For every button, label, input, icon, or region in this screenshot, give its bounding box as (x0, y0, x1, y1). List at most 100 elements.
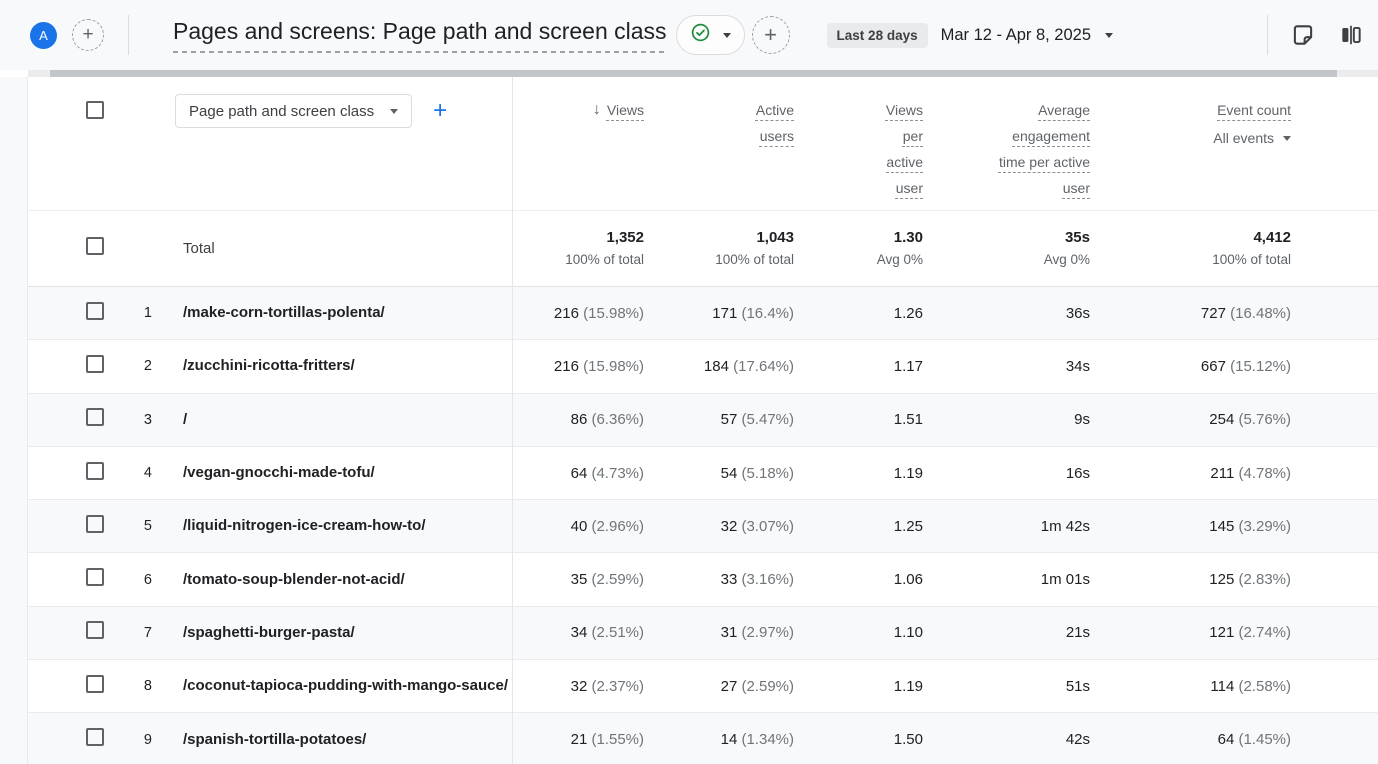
views-per-active-user-cell: 1.26 (794, 305, 923, 322)
page-path: / (166, 410, 512, 430)
total-label: Total (166, 240, 512, 257)
engagement-time-cell: 51s (923, 678, 1090, 695)
views-per-active-user-cell: 1.19 (794, 678, 923, 695)
views-per-active-user-cell: 1.25 (794, 518, 923, 535)
row-checkbox[interactable] (86, 408, 104, 426)
event-filter-label: All events (1213, 127, 1274, 149)
column-header-avg-engagement-time[interactable]: Average engagement time per active user (923, 77, 1090, 201)
column-header-views[interactable]: ↓ Views (512, 77, 644, 123)
chevron-down-icon (1283, 136, 1291, 141)
engagement-time-cell: 1m 42s (923, 518, 1090, 535)
column-header-views-per-active-user[interactable]: Views per active user (794, 77, 923, 201)
add-comparison-button[interactable]: + (752, 16, 790, 54)
row-checkbox[interactable] (86, 568, 104, 586)
page-path: /vegan-gnocchi-made-tofu/ (166, 463, 512, 483)
header-divider (1267, 15, 1268, 55)
left-rail (0, 77, 28, 764)
page-path: /coconut-tapioca-pudding-with-mango-sauc… (166, 676, 512, 696)
table-header-row: Page path and screen class + ↓ Views Act… (28, 77, 1378, 210)
comparison-panels-button[interactable] (1338, 22, 1364, 48)
views-cell: 34 (2.51%) (512, 624, 644, 641)
active-users-cell: 57 (5.47%) (644, 411, 794, 428)
table-row: 4 /vegan-gnocchi-made-tofu/ 64 (4.73%) 5… (28, 447, 1378, 500)
column-label: Average engagement time per active user (986, 97, 1090, 201)
total-event-count: 4,412 100% of total (1090, 227, 1291, 270)
total-active-users: 1,043 100% of total (644, 227, 794, 270)
notes-button[interactable] (1290, 22, 1316, 48)
active-users-cell: 31 (2.97%) (644, 624, 794, 641)
views-cell: 21 (1.55%) (512, 731, 644, 748)
column-header-event-count[interactable]: Event count All events (1090, 77, 1291, 149)
event-filter-dropdown[interactable]: All events (1213, 127, 1291, 149)
table-row: 9 /spanish-tortilla-potatoes/ 21 (1.55%)… (28, 713, 1378, 764)
table-row: 6 /tomato-soup-blender-not-acid/ 35 (2.5… (28, 553, 1378, 606)
active-users-cell: 32 (3.07%) (644, 518, 794, 535)
views-per-active-user-cell: 1.06 (794, 571, 923, 588)
dimension-selector[interactable]: Page path and screen class (175, 94, 412, 128)
row-number: 7 (106, 625, 166, 641)
table-row: 8 /coconut-tapioca-pudding-with-mango-sa… (28, 660, 1378, 713)
horizontal-scrollbar (28, 70, 1378, 77)
page-path: /make-corn-tortillas-polenta/ (166, 303, 512, 323)
table-row: 3 / 86 (6.36%) 57 (5.47%) 1.51 9s 254 (5… (28, 394, 1378, 447)
report-status-dropdown[interactable] (676, 15, 745, 55)
row-checkbox[interactable] (86, 302, 104, 320)
views-cell: 216 (15.98%) (512, 305, 644, 322)
column-label: Active users (738, 97, 794, 149)
column-header-active-users[interactable]: Active users (644, 77, 794, 149)
table-body: 1 /make-corn-tortillas-polenta/ 216 (15.… (28, 287, 1378, 764)
scrollbar-thumb[interactable] (50, 70, 1337, 77)
add-dimension-button[interactable]: + (433, 99, 447, 123)
views-cell: 40 (2.96%) (512, 518, 644, 535)
table-total-row: Total 1,352 100% of total 1,043 100% of … (28, 210, 1378, 287)
row-checkbox[interactable] (86, 675, 104, 693)
total-views: 1,352 100% of total (512, 227, 644, 270)
engagement-time-cell: 36s (923, 305, 1090, 322)
table-row: 1 /make-corn-tortillas-polenta/ 216 (15.… (28, 287, 1378, 340)
page-path: /spaghetti-burger-pasta/ (166, 623, 512, 643)
row-number: 1 (106, 305, 166, 321)
event-count-cell: 145 (3.29%) (1090, 518, 1291, 535)
row-checkbox[interactable] (86, 515, 104, 533)
total-views-per-active-user: 1.30 Avg 0% (794, 227, 923, 270)
row-number: 4 (106, 465, 166, 481)
chevron-down-icon[interactable] (1105, 33, 1113, 38)
active-users-cell: 14 (1.34%) (644, 731, 794, 748)
active-users-cell: 171 (16.4%) (644, 305, 794, 322)
date-range-value[interactable]: Mar 12 - Apr 8, 2025 (941, 26, 1091, 45)
views-per-active-user-cell: 1.17 (794, 358, 923, 375)
row-number: 5 (106, 518, 166, 534)
row-number: 6 (106, 572, 166, 588)
row-checkbox[interactable] (86, 355, 104, 373)
views-per-active-user-cell: 1.51 (794, 411, 923, 428)
page-path: /liquid-nitrogen-ice-cream-how-to/ (166, 516, 512, 536)
page-path: /zucchini-ricotta-fritters/ (166, 356, 512, 376)
engagement-time-cell: 21s (923, 624, 1090, 641)
account-avatar[interactable]: A (30, 22, 57, 49)
column-divider (512, 77, 513, 764)
table-row: 2 /zucchini-ricotta-fritters/ 216 (15.98… (28, 340, 1378, 393)
analytics-report-page: A + Pages and screens: Page path and scr… (0, 0, 1378, 764)
row-checkbox[interactable] (86, 728, 104, 746)
table-row: 7 /spaghetti-burger-pasta/ 34 (2.51%) 31… (28, 607, 1378, 660)
row-number: 8 (106, 678, 166, 694)
row-number: 2 (106, 358, 166, 374)
total-avg-engagement: 35s Avg 0% (923, 227, 1090, 270)
date-range-badge: Last 28 days (827, 23, 928, 48)
event-count-cell: 125 (2.83%) (1090, 571, 1291, 588)
column-label: Views per active user (875, 97, 923, 201)
column-label: Event count (1217, 97, 1291, 123)
page-title[interactable]: Pages and screens: Page path and screen … (173, 18, 667, 53)
select-all-checkbox[interactable] (86, 101, 104, 119)
engagement-time-cell: 42s (923, 731, 1090, 748)
views-cell: 64 (4.73%) (512, 465, 644, 482)
total-row-checkbox[interactable] (86, 237, 104, 255)
views-per-active-user-cell: 1.50 (794, 731, 923, 748)
add-report-tab-button[interactable]: + (72, 19, 104, 51)
column-label: Views (607, 97, 644, 123)
table-row: 5 /liquid-nitrogen-ice-cream-how-to/ 40 … (28, 500, 1378, 553)
views-per-active-user-cell: 1.19 (794, 465, 923, 482)
page-path: /tomato-soup-blender-not-acid/ (166, 570, 512, 590)
row-checkbox[interactable] (86, 462, 104, 480)
row-checkbox[interactable] (86, 621, 104, 639)
